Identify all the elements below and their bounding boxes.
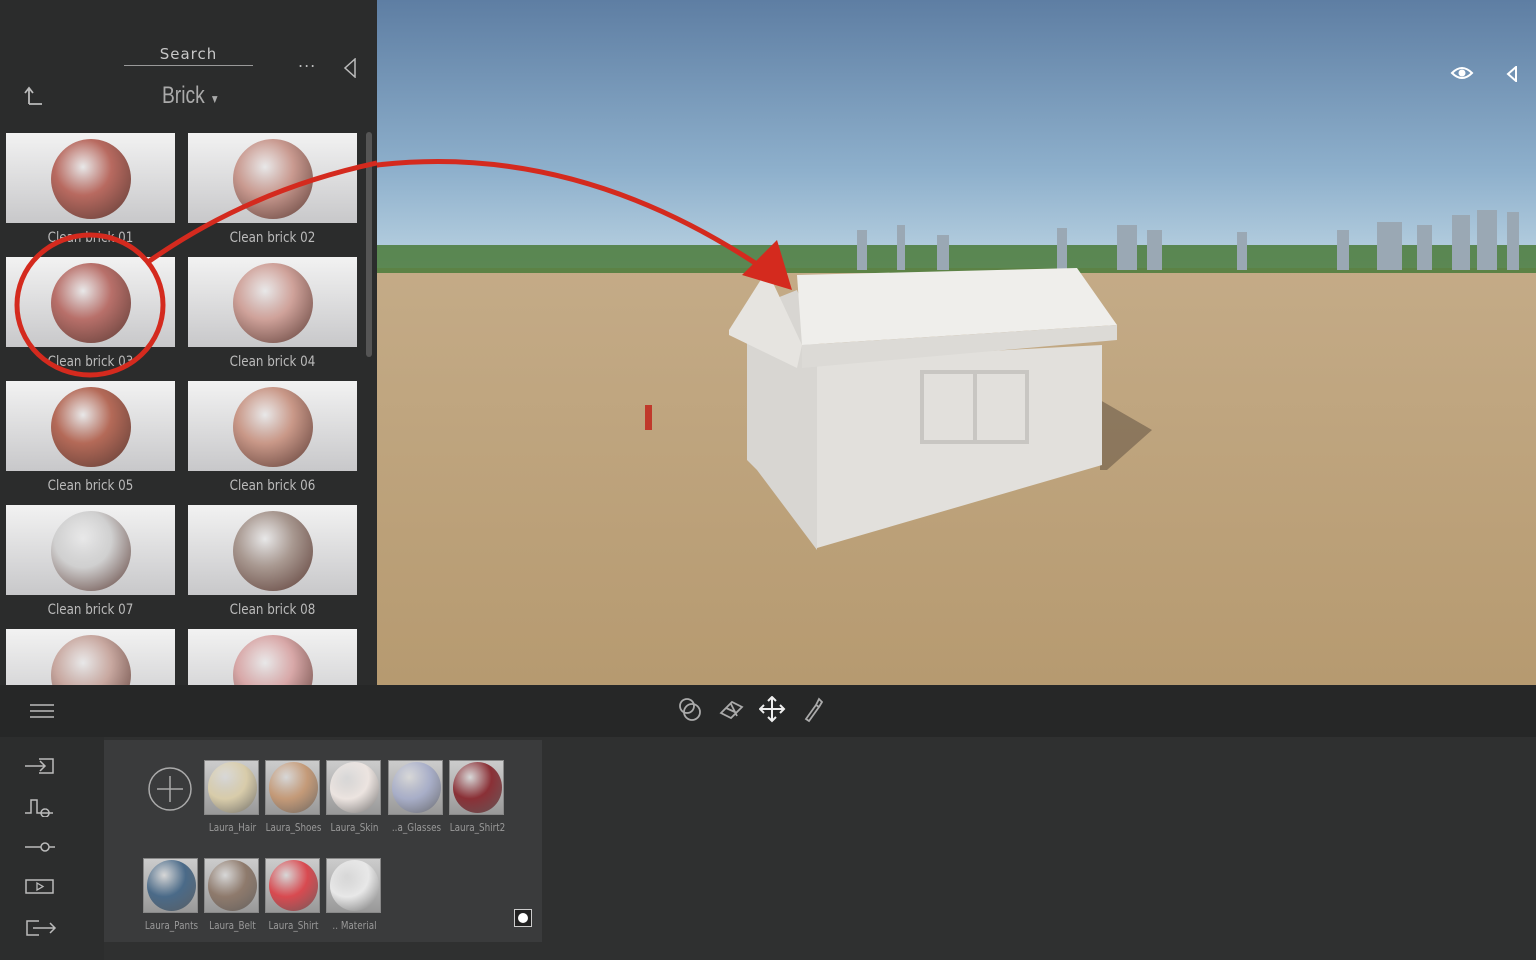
scene-material[interactable]: Laura_Hair bbox=[204, 760, 259, 834]
eyedropper-icon[interactable] bbox=[803, 697, 823, 723]
toolbar bbox=[0, 685, 1536, 737]
material-sphere bbox=[269, 762, 318, 813]
path-icon[interactable] bbox=[25, 839, 55, 855]
scene-material[interactable]: Laura_Shoes bbox=[265, 760, 321, 834]
material-sphere bbox=[453, 762, 502, 813]
side-tools bbox=[0, 737, 104, 960]
scene-material[interactable]: Laura_Pants bbox=[143, 858, 198, 932]
menu-icon[interactable] bbox=[30, 703, 54, 719]
material-label: Laura_Hair bbox=[208, 821, 257, 834]
material-sphere bbox=[330, 762, 379, 813]
material-label: Laura_Skin bbox=[330, 821, 379, 834]
toggle-view-button[interactable] bbox=[514, 909, 532, 927]
material-label: Laura_Shirt2 bbox=[449, 821, 506, 834]
collapse-right-icon[interactable] bbox=[1506, 66, 1518, 82]
scene-material[interactable]: ..a_Glasses bbox=[388, 760, 443, 834]
material-label: .. Material bbox=[332, 919, 377, 932]
3d-viewport[interactable] bbox=[377, 0, 1536, 685]
scene-material[interactable]: Laura_Shirt bbox=[265, 858, 320, 932]
material-sphere bbox=[330, 860, 379, 911]
material-sphere bbox=[208, 860, 257, 911]
animation-icon[interactable] bbox=[25, 797, 55, 817]
select-objects-icon[interactable] bbox=[678, 697, 706, 725]
add-material-button[interactable] bbox=[147, 766, 193, 812]
move-icon[interactable] bbox=[759, 696, 787, 724]
material-label: Laura_Shoes bbox=[265, 821, 322, 834]
scene bbox=[377, 159, 1536, 550]
material-sphere bbox=[147, 860, 196, 911]
material-label: Laura_Belt bbox=[209, 919, 256, 932]
material-sphere bbox=[392, 762, 441, 813]
material-tool-icon[interactable] bbox=[718, 699, 746, 723]
material-label: ..a_Glasses bbox=[391, 821, 442, 834]
import-icon[interactable] bbox=[25, 757, 55, 777]
annotation-overlay bbox=[14, 160, 377, 378]
material-label: Laura_Shirt bbox=[268, 919, 319, 932]
scene-material[interactable]: Laura_Shirt2 bbox=[449, 760, 505, 834]
material-label: Laura_Pants bbox=[144, 919, 199, 932]
visibility-eye-icon[interactable] bbox=[1450, 63, 1474, 83]
scene-material[interactable]: Laura_Belt bbox=[204, 858, 259, 932]
video-icon[interactable] bbox=[25, 879, 55, 895]
scene-materials-panel: Laura_Hair Laura_Shoes Laura_Skin ..a_Glass… bbox=[104, 740, 542, 942]
scene-material[interactable]: .. Material bbox=[326, 858, 381, 932]
scene-material[interactable]: Laura_Skin bbox=[326, 760, 381, 834]
export-icon[interactable] bbox=[25, 919, 57, 939]
material-sphere bbox=[269, 860, 318, 911]
material-sphere bbox=[208, 762, 257, 813]
